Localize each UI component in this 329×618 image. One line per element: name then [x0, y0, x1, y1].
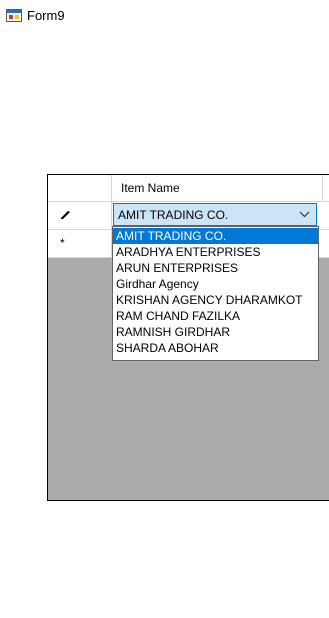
pencil-icon	[61, 211, 70, 219]
row-header-editing[interactable]	[48, 202, 112, 230]
column-header-item-name[interactable]: Item Name	[112, 175, 329, 202]
item-name-combobox[interactable]: AMIT TRADING CO.	[113, 203, 317, 226]
column-divider[interactable]	[322, 175, 323, 201]
combobox-value: AMIT TRADING CO.	[118, 208, 229, 222]
dropdown-option[interactable]: SHARDA ABOHAR	[113, 340, 318, 356]
form-app-icon	[6, 9, 22, 22]
window-title: Form9	[27, 8, 65, 23]
grid-corner-header[interactable]	[48, 175, 112, 202]
asterisk-icon: *	[60, 236, 65, 250]
dropdown-option[interactable]: RAMNISH GIRDHAR	[113, 324, 318, 340]
dropdown-option[interactable]: RAM CHAND FAZILKA	[113, 308, 318, 324]
column-header-label: Item Name	[121, 181, 180, 195]
dropdown-option[interactable]: KRISHAN AGENCY DHARAMKOT	[113, 292, 318, 308]
title-bar: Form9	[0, 0, 329, 31]
chevron-down-icon[interactable]	[299, 209, 310, 220]
combobox-dropdown-list[interactable]: AMIT TRADING CO. ARADHYA ENTERPRISES ARU…	[112, 226, 319, 361]
dropdown-option[interactable]: Girdhar Agency	[113, 276, 318, 292]
dropdown-option[interactable]: ARADHYA ENTERPRISES	[113, 244, 318, 260]
dropdown-option[interactable]: AMIT TRADING CO.	[113, 228, 318, 244]
dropdown-option[interactable]: ARUN ENTERPRISES	[113, 260, 318, 276]
row-header-new[interactable]: *	[48, 230, 112, 258]
